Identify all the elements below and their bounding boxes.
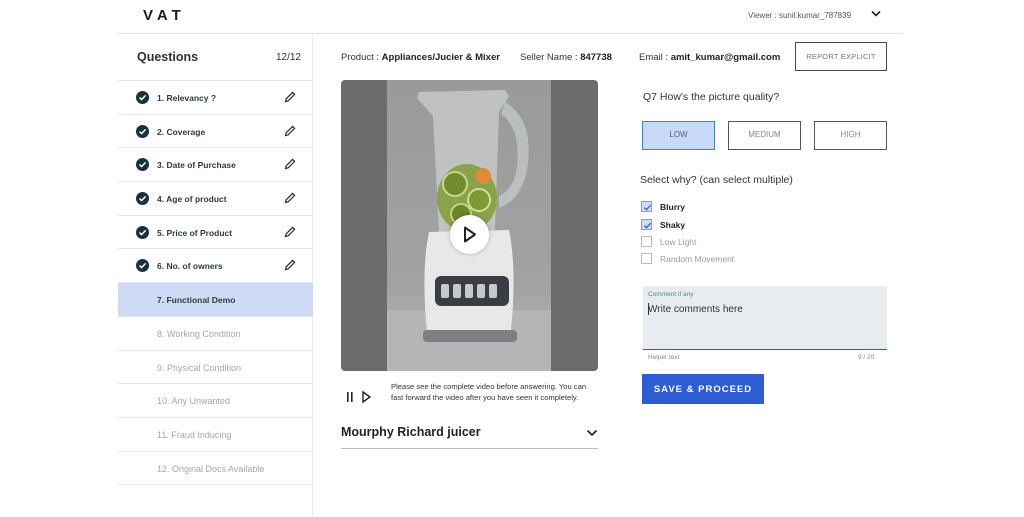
reason-label: Random Movement — [660, 254, 735, 264]
sidebar-title: Questions — [137, 50, 199, 64]
play-button[interactable] — [450, 215, 489, 254]
seller-label: Seller Name : — [520, 52, 581, 63]
sidebar-item-date-of-purchase[interactable]: 3. Date of Purchase — [118, 148, 313, 183]
pencil-icon[interactable] — [283, 225, 297, 239]
reason-label: Shaky — [660, 220, 686, 230]
check-circle-icon — [136, 124, 149, 138]
option-medium[interactable]: MEDIUM — [728, 121, 801, 150]
sidebar-item-age-of-product[interactable]: 4. Age of product — [118, 182, 313, 216]
checkbox[interactable] — [641, 201, 652, 212]
sidebar-item-label: 12. Original Docs Available — [157, 463, 265, 474]
sidebar-item-physical-condition[interactable]: 9. Physical Condition — [118, 351, 313, 385]
question-title: Q7 How's the picture quality? — [643, 91, 780, 103]
pencil-icon[interactable] — [283, 90, 297, 104]
pencil-icon[interactable] — [283, 191, 297, 205]
check-circle-icon — [136, 158, 149, 172]
comment-placeholder: Write comments here — [648, 304, 743, 315]
video-instruction: Please see the complete video before ans… — [391, 382, 587, 402]
sidebar-item-label: 3. Date of Purchase — [157, 160, 236, 171]
sidebar-item-label: 6. No. of owners — [157, 261, 223, 272]
pause-icon[interactable] — [347, 392, 353, 402]
reason-title: Select why? (can select multiple) — [640, 174, 793, 186]
option-high[interactable]: HIGH — [814, 121, 887, 150]
sidebar-item-price-of-product[interactable]: 5. Price of Product — [118, 216, 313, 250]
sidebar-item-label: 9. Physical Condition — [157, 362, 242, 373]
sidebar-item-coverage[interactable]: 2. Coverage — [118, 115, 313, 149]
sidebar-item-working-condition[interactable]: 8. Working Condition — [118, 317, 313, 351]
check-circle-icon — [136, 225, 149, 239]
questions-sidebar: Questions 12/12 1. Relevancy ? 2. Covera… — [118, 34, 313, 517]
helper-text: Helper text — [648, 354, 680, 361]
sidebar-item-label: 7. Functional Demo — [157, 295, 236, 306]
comment-label: Comment if any — [648, 291, 694, 298]
sidebar-header: Questions 12/12 — [118, 34, 313, 81]
sidebar-item-label: 10. Any Unwanted — [157, 396, 231, 407]
seller-field: Seller Name : 847738 — [520, 52, 612, 63]
sidebar-item-label: 8. Working Condition — [157, 328, 241, 339]
video-player[interactable] — [341, 80, 598, 371]
character-counter: 9 / 20 — [858, 354, 875, 361]
sidebar-item-fraud-inducing[interactable]: 11. Fraud Inducing — [118, 418, 313, 452]
email-field: Email : amit_kumar@gmail.com — [639, 52, 780, 63]
email-label: Email : — [639, 52, 671, 63]
sidebar-item-label: 2. Coverage — [157, 126, 206, 137]
save-proceed-button[interactable]: SAVE & PROCEED — [642, 374, 764, 404]
sidebar-item-label: 1. Relevancy ? — [157, 93, 217, 103]
sidebar-item-label: 4. Age of product — [157, 194, 227, 205]
check-circle-icon — [136, 192, 149, 206]
pencil-icon[interactable] — [283, 124, 297, 138]
sidebar-item-functional-demo[interactable]: 7. Functional Demo — [118, 283, 313, 317]
sidebar-item-no-of-owners[interactable]: 6. No. of owners — [118, 249, 313, 284]
product-name: Mourphy Richard juicer — [341, 425, 481, 439]
option-low[interactable]: LOW — [642, 121, 715, 150]
comment-field[interactable]: Comment if any Write comments here — [643, 286, 887, 350]
play-small-icon[interactable] — [362, 390, 372, 404]
checkbox[interactable] — [641, 219, 652, 230]
viewer-label: Viewer : sunil.kumar_787839 — [748, 11, 852, 20]
pencil-icon[interactable] — [283, 157, 297, 171]
email-value: amit_kumar@gmail.com — [670, 52, 781, 63]
chevron-down-icon[interactable] — [585, 427, 599, 439]
play-icon — [464, 226, 476, 243]
pencil-icon[interactable] — [283, 258, 297, 272]
sidebar-item-original-docs[interactable]: 12. Original Docs Available — [118, 452, 313, 486]
product-label: Product : — [341, 52, 382, 63]
reason-label: Blurry — [660, 202, 686, 212]
check-circle-icon — [136, 91, 149, 104]
check-circle-icon — [136, 259, 149, 273]
seller-value: 847738 — [580, 52, 612, 63]
report-explicit-button[interactable]: REPORT EXPLICIT — [795, 42, 887, 71]
product-divider — [341, 448, 598, 449]
sidebar-item-label: 11. Fraud Inducing — [157, 429, 232, 440]
checkbox[interactable] — [641, 253, 652, 264]
product-field: Product : Appliances/Jucier & Mixer — [341, 52, 500, 63]
video-controls — [347, 390, 372, 404]
sidebar-item-relevancy[interactable]: 1. Relevancy ? — [118, 81, 313, 115]
question-count: 12/12 — [275, 52, 301, 63]
top-bar: VAT Viewer : sunil.kumar_787839 — [0, 0, 1024, 34]
chevron-down-icon[interactable] — [869, 8, 883, 20]
sidebar-item-label: 5. Price of Product — [157, 227, 233, 238]
sidebar-item-any-unwanted[interactable]: 10. Any Unwanted — [118, 384, 313, 418]
product-value: Appliances/Jucier & Mixer — [381, 52, 500, 63]
reason-label: Low Light — [660, 237, 697, 247]
checkbox[interactable] — [641, 236, 652, 247]
question-list: 1. Relevancy ? 2. Coverage 3. Date of Pu… — [118, 81, 313, 486]
app-logo: VAT — [143, 7, 186, 24]
